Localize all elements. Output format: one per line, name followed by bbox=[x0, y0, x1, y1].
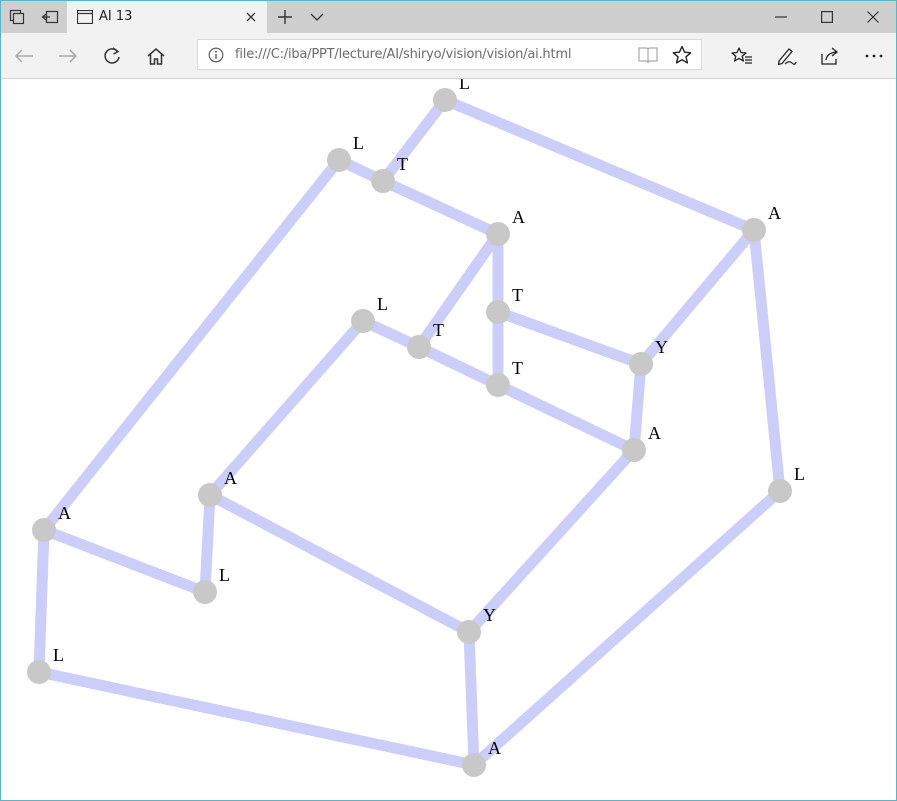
page-content: L L T A A T L T Y T A L A A L Y L A bbox=[1, 79, 896, 800]
junction-label-14: L bbox=[219, 565, 230, 585]
edge-13-16 bbox=[33, 524, 50, 678]
edge-3-7 bbox=[413, 228, 504, 353]
junction-node-2 bbox=[371, 169, 395, 193]
more-button[interactable] bbox=[857, 39, 891, 73]
set-tabs-aside-button[interactable] bbox=[34, 1, 66, 33]
refresh-button[interactable] bbox=[95, 39, 129, 73]
junction-node-5 bbox=[486, 300, 510, 324]
share-button[interactable] bbox=[813, 39, 847, 73]
junction-node-1 bbox=[327, 148, 351, 172]
close-icon bbox=[867, 11, 879, 23]
junction-label-10: A bbox=[648, 423, 661, 443]
junction-label-11: L bbox=[794, 464, 805, 484]
junction-node-10 bbox=[622, 438, 646, 462]
edge-13-14 bbox=[38, 524, 211, 598]
close-tab-icon[interactable] bbox=[243, 9, 259, 25]
junction-label-2: T bbox=[397, 154, 408, 174]
junction-node-8 bbox=[629, 352, 653, 376]
junction-node-3 bbox=[486, 222, 510, 246]
tab-active[interactable]: AI 13 bbox=[67, 1, 267, 33]
star-icon[interactable] bbox=[672, 45, 692, 65]
junction-label-4: A bbox=[768, 203, 781, 223]
tab-strip: AI 13 bbox=[1, 1, 896, 33]
edge-0-4 bbox=[439, 94, 760, 236]
junction-node-11 bbox=[768, 479, 792, 503]
junction-node-17 bbox=[462, 753, 486, 777]
home-button[interactable] bbox=[139, 39, 173, 73]
junction-label-17: A bbox=[488, 738, 501, 758]
junction-node-7 bbox=[407, 335, 431, 359]
browser-window: AI 13 file:///C:/iba/PPT/lecture/AI/shir… bbox=[0, 0, 897, 801]
junction-label-16: L bbox=[53, 645, 64, 665]
junction-label-12: A bbox=[224, 468, 237, 488]
edge-12-14 bbox=[199, 489, 216, 598]
favorites-list-icon bbox=[731, 47, 752, 64]
back-arrow-icon bbox=[14, 49, 33, 63]
edge-4-11 bbox=[748, 224, 786, 497]
line-drawing-diagram: L L T A A T L T Y T A L A A L Y L A bbox=[27, 79, 805, 777]
junction-label-6: L bbox=[377, 294, 388, 314]
notes-button[interactable] bbox=[769, 39, 803, 73]
tabs-stack-icon bbox=[9, 9, 25, 25]
share-icon bbox=[821, 47, 839, 65]
reading-view-icon[interactable] bbox=[638, 46, 658, 64]
junction-label-5: T bbox=[512, 285, 523, 305]
edge-1-13 bbox=[38, 154, 345, 536]
edges bbox=[33, 94, 786, 771]
maximize-icon bbox=[821, 11, 833, 23]
tab-preview-button[interactable] bbox=[301, 1, 333, 33]
edge-8-10 bbox=[628, 358, 647, 456]
forward-button[interactable] bbox=[51, 39, 85, 73]
junction-node-12 bbox=[198, 483, 222, 507]
navigation-toolbar: file:///C:/iba/PPT/lecture/AI/shiryo/vis… bbox=[1, 33, 896, 79]
home-icon bbox=[147, 48, 165, 65]
plus-icon bbox=[278, 10, 292, 24]
minimize-button[interactable] bbox=[758, 1, 804, 33]
address-bar[interactable]: file:///C:/iba/PPT/lecture/AI/shiryo/vis… bbox=[197, 39, 702, 70]
set-aside-icon bbox=[41, 10, 59, 24]
close-window-button[interactable] bbox=[850, 1, 896, 33]
info-icon[interactable] bbox=[208, 47, 224, 63]
junction-node-13 bbox=[32, 518, 56, 542]
url-text[interactable]: file:///C:/iba/PPT/lecture/AI/shiryo/vis… bbox=[235, 47, 571, 62]
junction-node-14 bbox=[193, 580, 217, 604]
edge-7-9 bbox=[413, 341, 504, 391]
back-button[interactable] bbox=[7, 39, 41, 73]
junction-label-15: Y bbox=[483, 605, 496, 625]
forward-arrow-icon bbox=[59, 49, 78, 63]
junction-node-6 bbox=[351, 309, 375, 333]
chevron-down-icon bbox=[310, 13, 324, 21]
junction-label-9: T bbox=[512, 358, 523, 378]
junction-label-8: Y bbox=[655, 337, 668, 357]
junction-node-15 bbox=[457, 620, 481, 644]
new-tab-button[interactable] bbox=[269, 1, 301, 33]
edge-12-15 bbox=[204, 489, 475, 638]
junction-node-0 bbox=[433, 88, 457, 112]
nodes: L L T A A T L T Y T A L A A L Y L A bbox=[27, 79, 805, 777]
junction-node-16 bbox=[27, 660, 51, 684]
edge-0-2 bbox=[377, 94, 451, 187]
junction-label-13: A bbox=[58, 503, 71, 523]
pen-icon bbox=[777, 48, 797, 66]
refresh-icon bbox=[104, 47, 120, 64]
junction-label-0: L bbox=[459, 79, 470, 93]
tab-actions-button[interactable] bbox=[1, 1, 33, 33]
more-dots-icon bbox=[865, 54, 883, 58]
edge-15-17 bbox=[463, 626, 480, 771]
edge-11-17 bbox=[468, 485, 786, 771]
page-icon bbox=[77, 10, 93, 24]
junction-node-4 bbox=[742, 218, 766, 242]
minimize-icon bbox=[775, 16, 787, 18]
junction-label-1: L bbox=[353, 133, 364, 153]
favorites-button[interactable] bbox=[725, 39, 759, 73]
edge-9-10 bbox=[492, 379, 640, 456]
junction-label-3: A bbox=[512, 207, 525, 227]
junction-node-9 bbox=[486, 373, 510, 397]
maximize-button[interactable] bbox=[804, 1, 850, 33]
tab-title: AI 13 bbox=[99, 9, 133, 24]
edge-2-3 bbox=[377, 175, 504, 240]
edge-16-17 bbox=[33, 666, 480, 771]
junction-label-7: T bbox=[433, 320, 444, 340]
edge-5-8 bbox=[492, 306, 647, 370]
